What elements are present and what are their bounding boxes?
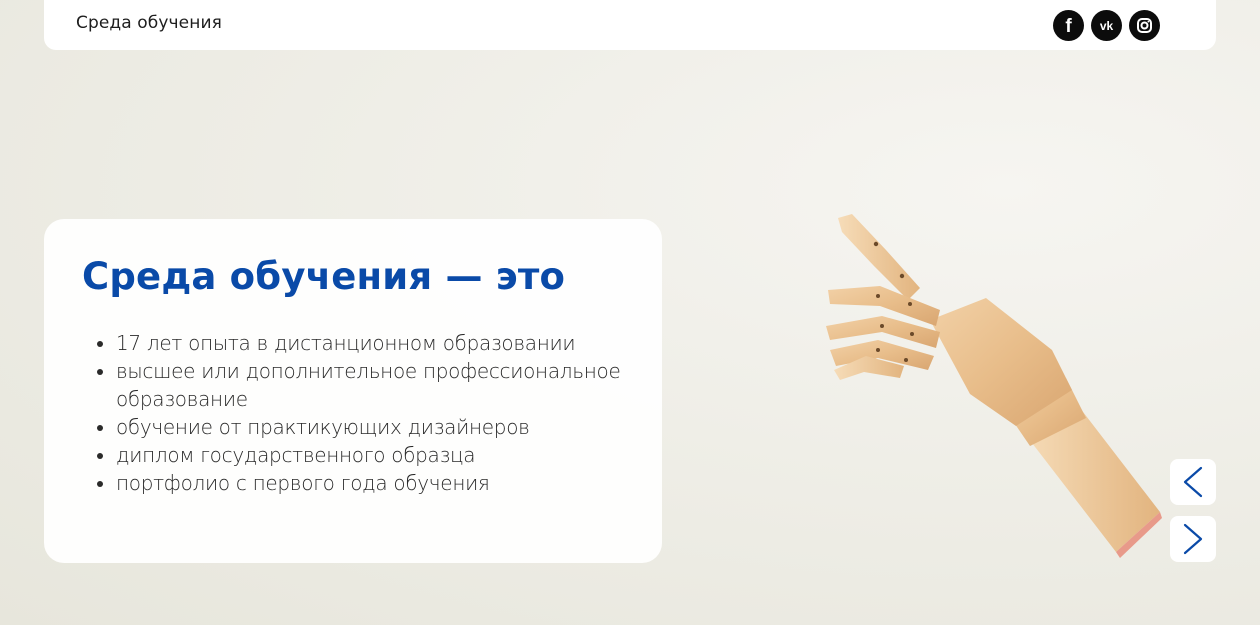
chevron-left-icon — [1183, 466, 1203, 498]
intro-card: Среда обучения — это 17 лет опыта в дист… — [44, 219, 662, 563]
svg-text:vk: vk — [1100, 19, 1114, 33]
instagram-link[interactable] — [1129, 10, 1160, 41]
svg-text:f: f — [1065, 16, 1072, 37]
vk-icon: vk — [1100, 19, 1114, 33]
social-links: f vk — [1053, 10, 1160, 41]
slider-prev-button[interactable] — [1170, 459, 1216, 505]
facebook-link[interactable]: f — [1053, 10, 1084, 41]
top-header-bar: Среда обучения f vk — [44, 0, 1216, 50]
list-item: обучение от практикующих дизайнеров — [116, 413, 636, 441]
site-brand[interactable]: Среда обучения — [76, 13, 222, 33]
list-item: диплом государственного образца — [116, 441, 636, 469]
facebook-icon: f — [1065, 16, 1072, 37]
slider-next-button[interactable] — [1170, 516, 1216, 562]
feature-list: 17 лет опыта в дистанционном образовании… — [94, 329, 636, 497]
card-title: Среда обучения — это — [82, 255, 566, 298]
list-item: портфолио с первого года обучения — [116, 469, 636, 497]
chevron-right-icon — [1183, 523, 1203, 555]
vk-link[interactable]: vk — [1091, 10, 1122, 41]
list-item: 17 лет опыта в дистанционном образовании — [116, 329, 636, 357]
instagram-icon — [1137, 18, 1152, 33]
list-item: высшее или дополнительное профессиональн… — [116, 357, 636, 413]
wooden-hand-image — [826, 214, 1162, 558]
